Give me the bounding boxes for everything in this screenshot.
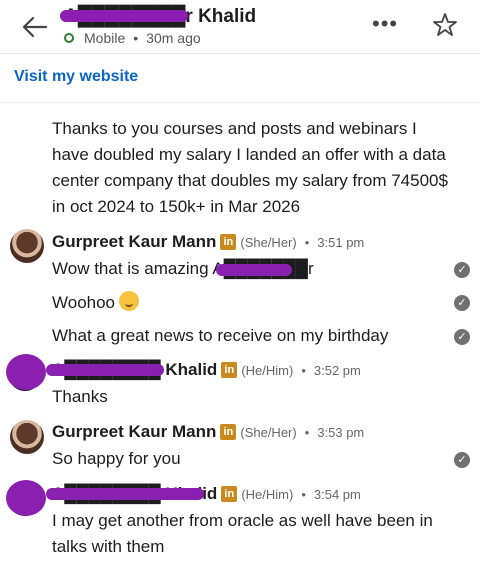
message-body: Woohoo <box>52 293 116 312</box>
message-text: So happy for you <box>52 449 181 468</box>
redaction-mark <box>60 10 188 22</box>
read-receipt-icon: ✓ <box>454 329 470 345</box>
redaction-mark <box>216 264 292 276</box>
linkedin-premium-icon: in <box>220 424 237 440</box>
message-text: Thanks <box>52 387 108 406</box>
separator-dot: • <box>304 234 310 250</box>
message-text: I may get another from oracle as well ha… <box>52 511 433 556</box>
redaction-mark <box>6 354 46 390</box>
divider <box>0 102 480 103</box>
read-receipt-icon: ✓ <box>454 262 470 278</box>
message-text: Thanks to you courses and posts and webi… <box>52 119 448 216</box>
separator-dot: • <box>133 30 139 46</box>
message-sender: Gurpreet Kaur Mann in (She/Her) • 3:53 p… <box>52 422 364 442</box>
party-face-emoji-icon <box>119 291 140 311</box>
message-sender: Gurpreet Kaur Mann in (She/Her) • 3:51 p… <box>52 232 364 252</box>
message-time: 3:52 pm <box>313 362 361 378</box>
presence-label: Mobile <box>84 30 126 46</box>
message-time: 3:51 pm <box>317 234 365 250</box>
conversation-header: A████████r Khalid Mobile • 30m ago ••• <box>0 0 480 54</box>
linkedin-premium-icon: in <box>221 362 238 378</box>
sender-pronouns: (He/Him) <box>241 362 294 378</box>
sender-pronouns: (She/Her) <box>240 234 297 250</box>
presence-status: Mobile • 30m ago <box>64 30 201 46</box>
online-indicator-icon <box>64 33 74 43</box>
last-seen-label: 30m ago <box>146 30 201 46</box>
message-text: What a great news to receive on my birth… <box>52 326 389 345</box>
sender-name[interactable]: Gurpreet Kaur Mann <box>52 232 216 252</box>
more-options-icon[interactable]: ••• <box>372 13 398 35</box>
sender-pronouns: (She/Her) <box>240 424 297 440</box>
star-icon[interactable] <box>432 12 458 38</box>
avatar[interactable] <box>10 420 44 454</box>
message-text: Woohoo <box>52 290 140 316</box>
message-time: 3:54 pm <box>313 486 361 502</box>
linkedin-premium-icon: in <box>221 486 238 502</box>
read-receipt-icon: ✓ <box>454 295 470 311</box>
separator-dot: • <box>301 362 306 378</box>
visit-website-link[interactable]: Visit my website <box>14 68 138 86</box>
sender-pronouns: (He/Him) <box>241 486 294 502</box>
separator-dot: • <box>301 486 306 502</box>
avatar[interactable] <box>10 229 44 263</box>
message-time: 3:53 pm <box>317 424 365 440</box>
separator-dot: • <box>304 424 310 440</box>
back-arrow-icon[interactable] <box>20 12 50 42</box>
linkedin-premium-icon: in <box>220 234 237 250</box>
redaction-mark <box>46 364 164 376</box>
redaction-mark <box>6 480 46 516</box>
sender-name[interactable]: Gurpreet Kaur Mann <box>52 422 216 442</box>
read-receipt-icon: ✓ <box>454 452 470 468</box>
redaction-mark <box>46 488 204 500</box>
